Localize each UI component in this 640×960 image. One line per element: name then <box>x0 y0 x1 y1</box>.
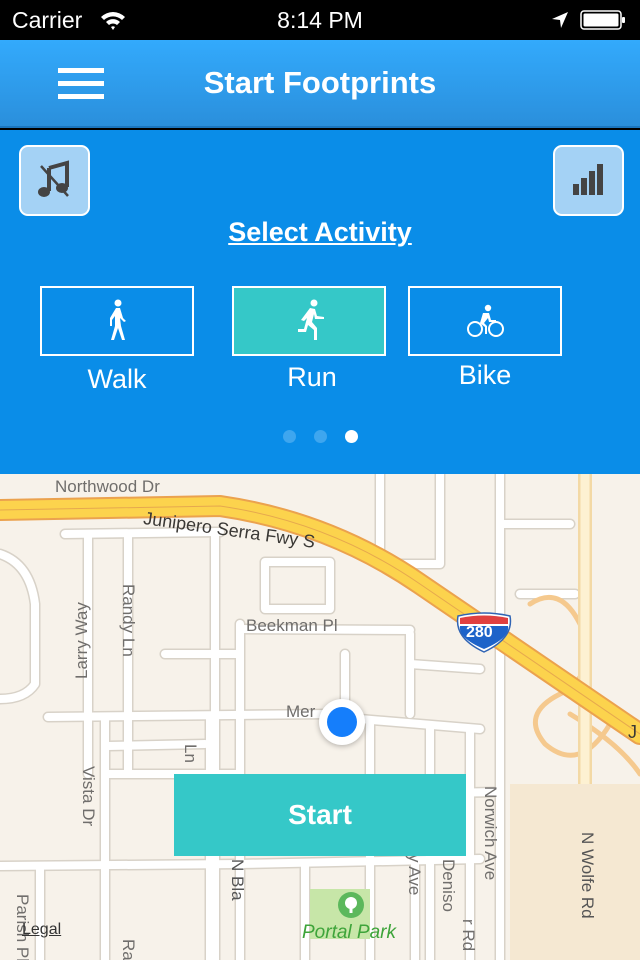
map-label-larry-way: Larry Way <box>72 602 91 679</box>
map-label-rd: r Rd <box>459 919 478 952</box>
map-label-ln: Ln <box>181 744 200 763</box>
map-label-ra: Ra <box>119 939 138 960</box>
bike-icon <box>467 304 504 337</box>
activity-panel: Select Activity Walk Run Bike <box>0 130 640 474</box>
walk-icon <box>110 299 126 340</box>
nav-bar: Start Footprints <box>0 40 640 128</box>
legal-link[interactable]: Legal <box>22 921 61 939</box>
map-label-beekman: Beekman Pl <box>246 616 338 635</box>
activity-bike-label: Bike <box>458 360 512 390</box>
select-activity-heading: Select Activity <box>228 217 412 247</box>
activity-walk-button[interactable] <box>40 286 194 356</box>
map-label-norwich-ave: Norwich Ave <box>481 786 500 881</box>
map-label-j: J <box>628 722 637 742</box>
music-muted-icon <box>38 160 69 197</box>
map-label-ave: y Ave <box>405 854 424 896</box>
page-dot[interactable] <box>282 430 296 443</box>
page-indicator[interactable] <box>0 430 640 448</box>
status-bar: Carrier 8:14 PM <box>0 0 640 40</box>
clock: 8:14 PM <box>277 7 363 33</box>
user-location-marker <box>319 699 365 745</box>
map-label-deniso: Deniso <box>439 859 458 912</box>
map-label-northwood: Northwood Dr <box>55 477 160 496</box>
activity-walk-label: Walk <box>87 364 147 394</box>
activity-run-label: Run <box>287 362 337 392</box>
map-label-randy-ln: Randy Ln <box>119 584 138 657</box>
map-label-n-wolfe-rd: N Wolfe Rd <box>578 832 597 919</box>
page-title: Start Footprints <box>203 65 437 100</box>
activity-bike-button[interactable] <box>408 286 562 356</box>
signal-bars-icon <box>573 164 603 195</box>
page-dot-active[interactable] <box>344 430 358 443</box>
start-button[interactable]: Start <box>174 774 466 856</box>
run-icon <box>298 299 324 340</box>
highway-280-label: 280 <box>466 624 493 641</box>
activity-run-button[interactable] <box>232 286 386 356</box>
location-arrow-icon <box>552 12 568 28</box>
map-label-vista-dr: Vista Dr <box>79 766 98 827</box>
map-view[interactable]: Northwood Dr Junipero Serra Fwy S Larry … <box>0 474 640 960</box>
battery-icon <box>580 10 625 30</box>
map-label-mer: Mer <box>286 702 316 721</box>
map-label-n-blaney: N Bla <box>228 859 247 901</box>
stats-button[interactable] <box>553 145 624 216</box>
mute-music-button[interactable] <box>19 145 90 216</box>
map-label-portal-park: Portal Park <box>302 922 396 943</box>
page-dot[interactable] <box>313 430 327 443</box>
